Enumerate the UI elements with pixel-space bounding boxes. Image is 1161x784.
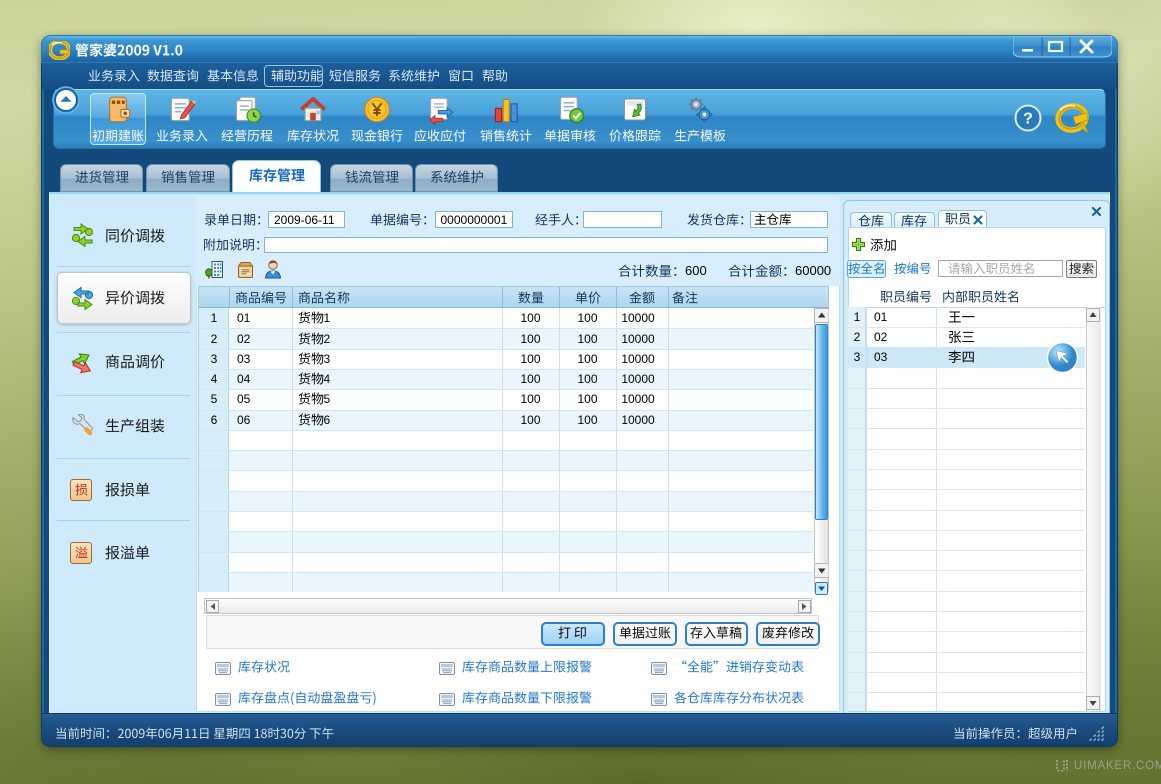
svg-text:?: ? [1023, 111, 1033, 128]
